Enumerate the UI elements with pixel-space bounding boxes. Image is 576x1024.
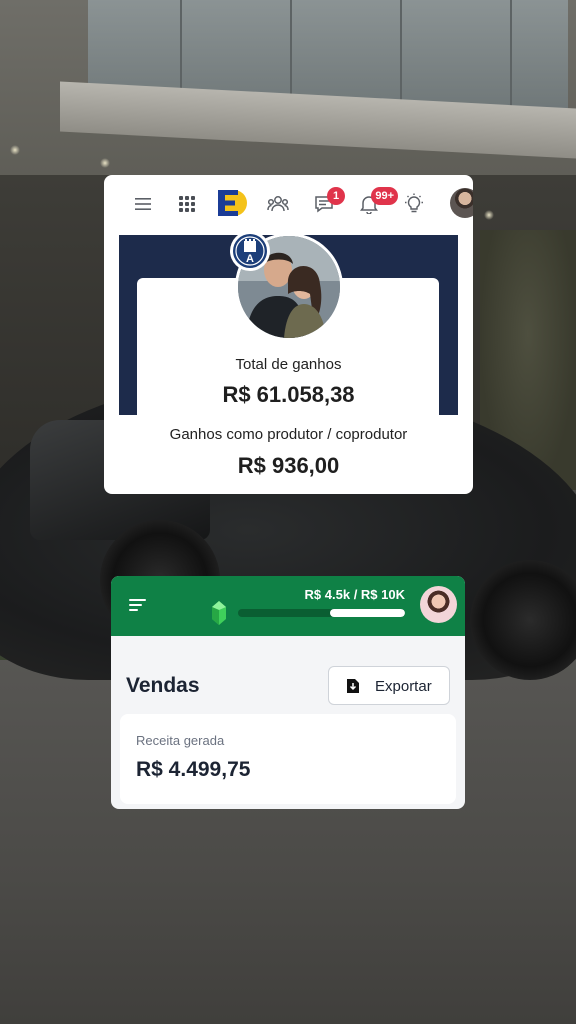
level-badge: A [230,231,270,271]
gem-icon [211,600,227,631]
notifications-badge: 99+ [371,187,398,205]
bell-icon[interactable]: 99+ [356,187,398,217]
sales-card: R$ 4.5k / R$ 10K Vendas Exportar Receita… [111,576,465,809]
apps-grid-icon[interactable] [174,191,200,217]
people-icon[interactable] [265,191,291,217]
total-earnings-value: R$ 61.058,38 [222,382,355,407]
background-photo [0,0,576,1024]
user-avatar[interactable] [420,586,457,623]
progress-bar [238,609,405,617]
chat-icon[interactable]: 1 [311,187,345,217]
export-button-label: Exportar [375,678,432,695]
top-navbar: 1 99+ [104,175,473,231]
menu-icon[interactable] [130,191,156,217]
level-badge-letter: A [246,253,254,265]
page-title: Vendas [126,674,200,697]
progress-text: R$ 4.5k / R$ 10K [304,587,405,602]
total-earnings-label: Total de ganhos [235,356,342,373]
revenue-value: R$ 4.499,75 [136,758,251,781]
revenue-summary: Receita gerada R$ 4.499,75 [120,714,456,804]
brand-logo[interactable] [216,188,248,218]
user-avatar[interactable] [450,188,473,218]
export-button[interactable]: Exportar [328,666,450,705]
sales-header-bar: R$ 4.5k / R$ 10K [111,576,465,636]
lightbulb-icon[interactable] [401,191,427,217]
earnings-card: 1 99+ A Total de ganhos R$ 61.058,38 Gan… [104,175,473,494]
producer-earnings-value: R$ 936,00 [237,453,340,478]
download-icon [346,678,360,699]
revenue-label: Receita gerada [136,733,225,748]
menu-icon[interactable] [128,596,148,614]
progress-fill [329,609,405,617]
producer-earnings-label: Ganhos como produtor / coprodutor [169,426,408,443]
chat-badge: 1 [327,187,345,205]
